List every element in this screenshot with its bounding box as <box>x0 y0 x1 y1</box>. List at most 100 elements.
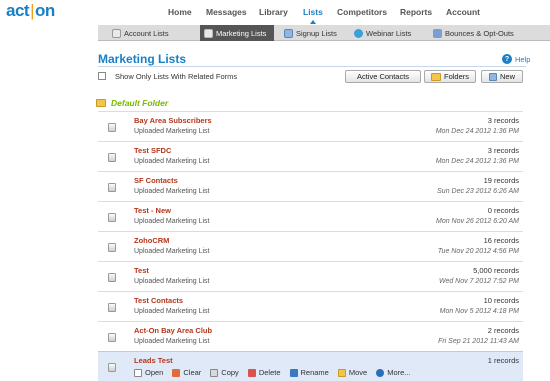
list-name[interactable]: Leads Test <box>134 356 173 365</box>
list-name[interactable]: Test Contacts <box>134 296 183 305</box>
list-name[interactable]: Act-On Bay Area Club <box>134 326 212 335</box>
folder-icon <box>430 72 441 81</box>
list-name[interactable]: Test - New <box>134 206 171 215</box>
rename-icon <box>289 368 298 377</box>
webinar-lists-icon <box>354 28 363 38</box>
new-label: New <box>499 72 515 81</box>
list-row[interactable]: Test Contacts Uploaded Marketing List 10… <box>98 291 523 321</box>
related-forms-label: Show Only Lists With Related Forms <box>115 72 238 81</box>
list-database-icon <box>108 153 116 162</box>
list-type: Uploaded Marketing List <box>134 218 210 225</box>
list-row[interactable]: Test Uploaded Marketing List 5,000 recor… <box>98 261 523 291</box>
list-type: Uploaded Marketing List <box>134 158 210 165</box>
delete-action[interactable]: Delete <box>247 368 281 377</box>
lists-subnav: Account Lists Marketing Lists Signup Lis… <box>98 25 550 41</box>
list-database-icon <box>108 363 116 372</box>
list-date: Wed Nov 7 2012 7:52 PM <box>438 278 519 285</box>
folder-icon <box>96 99 106 107</box>
list-row[interactable]: ZohoCRM Uploaded Marketing List 16 recor… <box>98 231 523 261</box>
subtab-bounces-label: Bounces & Opt-Outs <box>445 28 514 38</box>
list-date: Sun Dec 23 2012 6:26 AM <box>437 188 519 195</box>
list-database-icon <box>108 303 116 312</box>
list-row-selected[interactable]: Leads Test 1 records Open Clear Copy Del… <box>98 351 523 381</box>
move-action[interactable]: Move <box>337 368 368 377</box>
nav-home[interactable]: Home <box>168 7 192 17</box>
nav-reports[interactable]: Reports <box>400 7 432 17</box>
list-type: Uploaded Marketing List <box>134 338 210 345</box>
list-row[interactable]: Test - New Uploaded Marketing List 0 rec… <box>98 201 523 231</box>
list-row[interactable]: Act-On Bay Area Club Uploaded Marketing … <box>98 321 523 351</box>
list-type: Uploaded Marketing List <box>134 248 210 255</box>
delete-label: Delete <box>258 368 281 377</box>
list-date: Mon Dec 24 2012 1:36 PM <box>435 158 519 165</box>
list-database-icon <box>108 123 116 132</box>
help-label: Help <box>515 54 531 64</box>
help-icon: ? <box>502 54 512 64</box>
list-name[interactable]: Test SFDC <box>134 146 171 155</box>
list-name[interactable]: SF Contacts <box>134 176 178 185</box>
list-date: Tue Nov 20 2012 4:56 PM <box>437 248 519 255</box>
list-record-count: 16 records <box>483 236 519 245</box>
subtab-bounces-opt-outs[interactable]: Bounces & Opt-Outs <box>429 25 518 41</box>
move-label: Move <box>348 368 368 377</box>
new-button[interactable]: New <box>481 70 523 83</box>
title-divider <box>98 66 526 67</box>
list-record-count: 3 records <box>487 146 519 155</box>
list-database-icon <box>108 273 116 282</box>
subtab-signup-lists-label: Signup Lists <box>296 28 337 38</box>
more-action[interactable]: More... <box>376 368 411 377</box>
copy-label: Copy <box>221 368 239 377</box>
subtab-webinar-lists[interactable]: Webinar Lists <box>350 25 415 41</box>
nav-competitors[interactable]: Competitors <box>337 7 387 17</box>
row-actions: Open Clear Copy Delete Rename Move More.… <box>134 368 411 377</box>
list-record-count: 5,000 records <box>473 266 519 275</box>
subtab-account-lists[interactable]: Account Lists <box>108 25 173 41</box>
list-name[interactable]: Test <box>134 266 149 275</box>
list-date: Mon Nov 26 2012 6:20 AM <box>435 218 519 225</box>
list-record-count: 19 records <box>483 176 519 185</box>
list-record-count: 3 records <box>487 116 519 125</box>
subtab-webinar-lists-label: Webinar Lists <box>366 28 412 38</box>
default-folder-header[interactable]: Default Folder <box>96 98 168 108</box>
list-row[interactable]: Bay Area Subscribers Uploaded Marketing … <box>98 111 523 141</box>
nav-active-caret-icon <box>310 20 316 24</box>
list-name[interactable]: ZohoCRM <box>134 236 169 245</box>
list-record-count: 0 records <box>487 206 519 215</box>
nav-messages[interactable]: Messages <box>206 7 247 17</box>
list-database-icon <box>108 213 116 222</box>
move-folder-icon <box>337 368 346 377</box>
list-database-icon <box>108 243 116 252</box>
nav-lists[interactable]: Lists <box>303 7 323 17</box>
rename-label: Rename <box>300 368 329 377</box>
copy-action[interactable]: Copy <box>210 368 239 377</box>
subtab-marketing-lists[interactable]: Marketing Lists <box>200 25 274 41</box>
list-database-icon <box>108 333 116 342</box>
open-action[interactable]: Open <box>134 368 163 377</box>
subtab-marketing-lists-label: Marketing Lists <box>216 28 267 38</box>
new-list-icon <box>488 72 497 81</box>
more-label: More... <box>387 368 411 377</box>
marketing-lists-icon <box>204 28 213 38</box>
copy-icon <box>210 368 219 377</box>
list-record-count: 10 records <box>483 296 519 305</box>
list-row[interactable]: SF Contacts Uploaded Marketing List 19 r… <box>98 171 523 201</box>
list-name[interactable]: Bay Area Subscribers <box>134 116 212 125</box>
list-date: Mon Nov 5 2012 4:18 PM <box>439 308 519 315</box>
active-contacts-button[interactable]: Active Contacts <box>345 70 421 83</box>
list-type: Uploaded Marketing List <box>134 188 210 195</box>
nav-library[interactable]: Library <box>259 7 288 17</box>
subtab-signup-lists[interactable]: Signup Lists <box>280 25 341 41</box>
subtab-account-lists-label: Account Lists <box>124 28 169 38</box>
list-date: Mon Dec 24 2012 1:36 PM <box>435 128 519 135</box>
help-link[interactable]: ? Help <box>502 54 530 64</box>
nav-account[interactable]: Account <box>446 7 480 17</box>
open-icon <box>134 368 142 377</box>
rename-action[interactable]: Rename <box>289 368 329 377</box>
related-forms-checkbox[interactable] <box>98 72 106 80</box>
folders-button[interactable]: Folders <box>424 70 476 83</box>
clear-action[interactable]: Clear <box>172 368 201 377</box>
list-row[interactable]: Test SFDC Uploaded Marketing List 3 reco… <box>98 141 523 171</box>
open-label: Open <box>145 368 164 377</box>
list-record-count: 2 records <box>487 326 519 335</box>
list-type: Uploaded Marketing List <box>134 128 210 135</box>
